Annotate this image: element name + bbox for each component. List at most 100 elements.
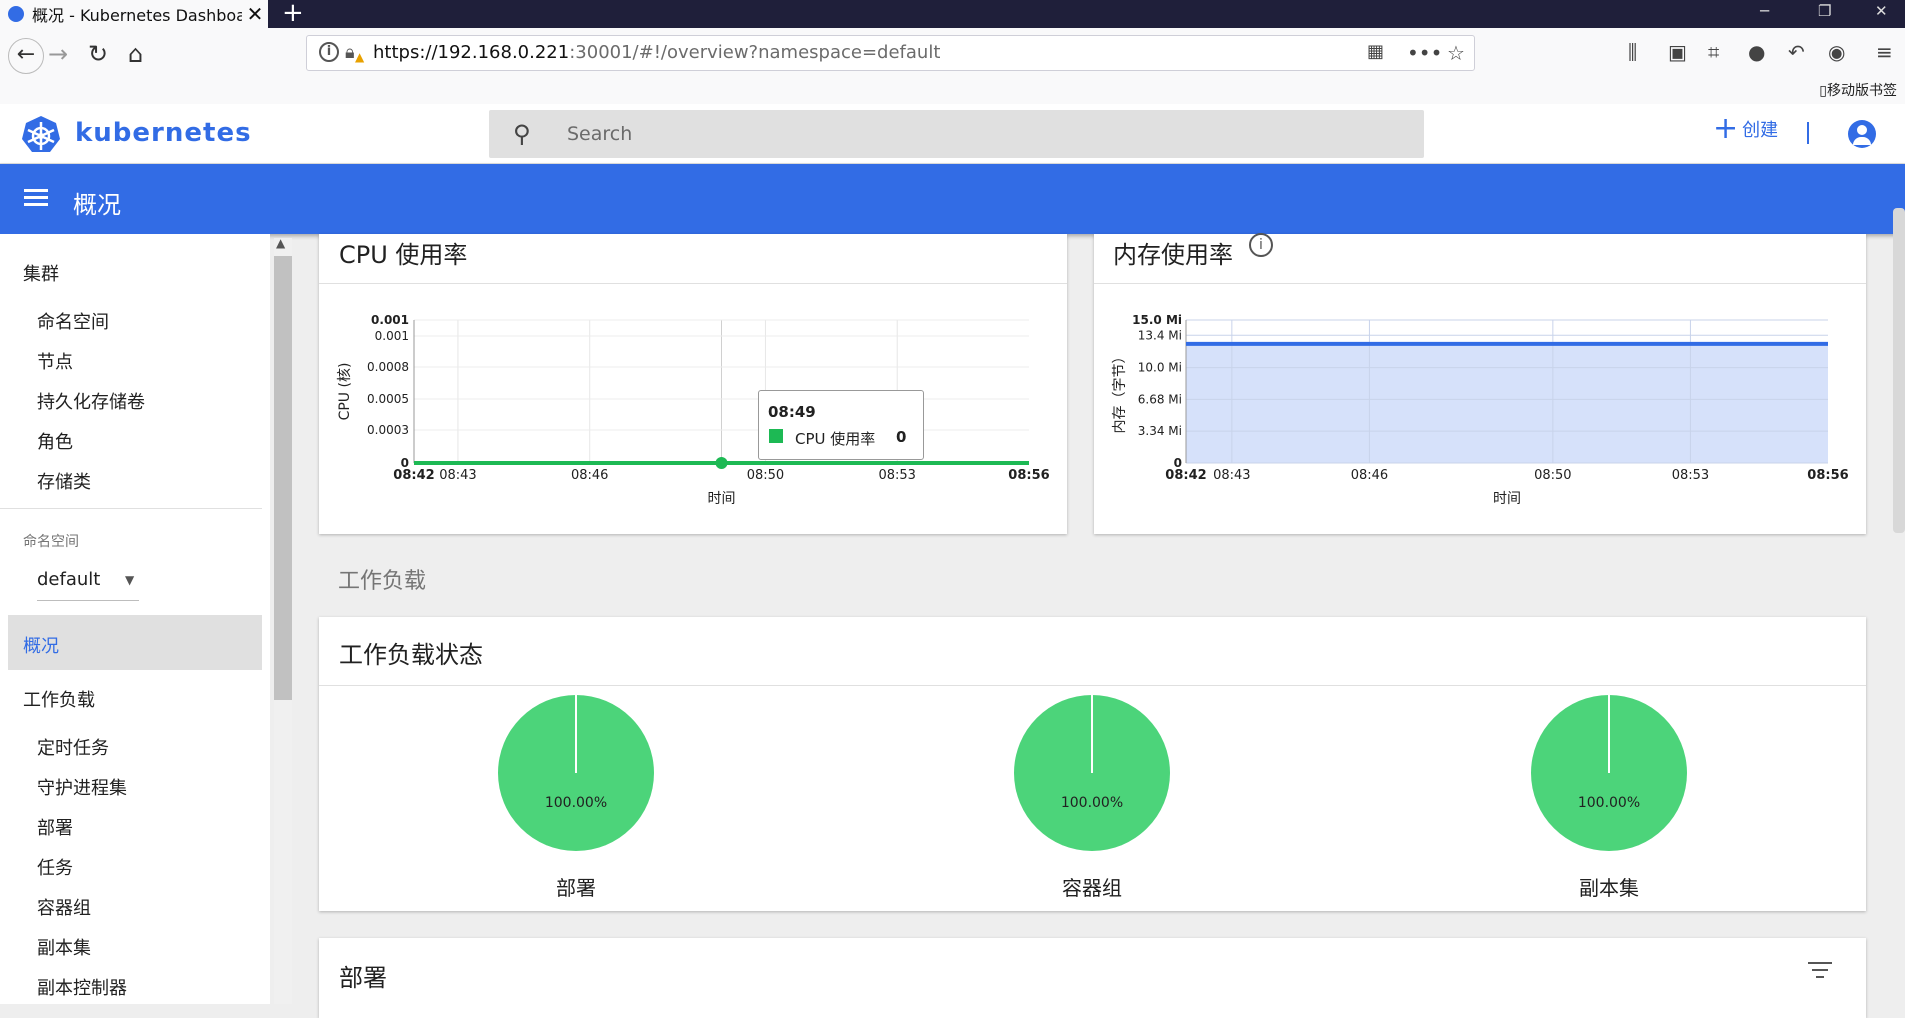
toolbar xyxy=(0,164,1905,234)
screenshot-icon[interactable]: ⌗ xyxy=(1708,40,1719,64)
more-actions-icon[interactable]: ••• xyxy=(1407,41,1442,65)
sidebar-toggle-icon[interactable]: ▣ xyxy=(1668,40,1687,64)
create-button[interactable]: + 创建 xyxy=(1713,114,1778,144)
x-tick-label: 08:56 xyxy=(1008,468,1049,483)
workload-status-title: 工作负载状态 xyxy=(339,641,483,669)
qr-code-icon[interactable]: ▦ xyxy=(1367,41,1384,62)
sidebar-item-roles[interactable]: 角色 xyxy=(37,428,73,454)
address-bar[interactable]: i 🔒︎ ▲ https://192.168.0.221:30001/#!/ov… xyxy=(306,35,1475,71)
sidebar-item-replicasets[interactable]: 副本集 xyxy=(37,934,91,960)
y-tick-label: 3.34 Mi xyxy=(1138,424,1182,438)
x-tick-label: 08:46 xyxy=(1351,468,1388,483)
x-axis-label: 时间 xyxy=(1493,491,1521,507)
search-placeholder: Search xyxy=(567,123,633,145)
y-tick-label: 13.4 Mi xyxy=(1138,328,1182,342)
pie-percent-label: 100.00% xyxy=(545,795,607,811)
undo-icon[interactable]: ↶ xyxy=(1788,40,1805,64)
sidebar-item-cronjobs[interactable]: 定时任务 xyxy=(37,734,109,760)
y-tick-label: 0.0005 xyxy=(367,392,409,406)
cpu-usage-chart: 0 0.0003 0.0005 0.0008 0.001 0.001 08:42 08:43 0… xyxy=(337,313,1050,507)
new-tab-icon[interactable]: + xyxy=(282,0,304,28)
namespace-select[interactable]: default ▼ xyxy=(37,569,139,601)
deployments-card xyxy=(319,938,1866,1018)
memory-area-fill xyxy=(1186,343,1828,463)
x-tick-label: 08:56 xyxy=(1807,468,1848,483)
tooltip-value: 0 xyxy=(896,428,907,446)
sidebar-item-namespaces[interactable]: 命名空间 xyxy=(37,308,109,334)
minimize-icon[interactable]: ─ xyxy=(1760,2,1769,20)
forward-arrow-icon[interactable]: → xyxy=(48,40,68,68)
x-axis-label: 时间 xyxy=(708,491,736,507)
search-icon: ⚲ xyxy=(513,120,531,148)
cpu-card-title: CPU 使用率 xyxy=(339,241,468,269)
kubernetes-favicon-icon xyxy=(8,6,24,22)
sidebar-divider xyxy=(0,508,262,509)
tooltip-time: 08:49 xyxy=(768,403,816,421)
y-tick-label: 6.68 Mi xyxy=(1138,392,1182,406)
x-tick-label: 08:53 xyxy=(878,468,915,483)
tab-title: 概况 - Kubernetes Dashboard xyxy=(32,6,242,25)
pie-title: 部署 xyxy=(556,876,596,900)
x-tick-label: 08:50 xyxy=(1534,468,1571,483)
x-tick-label: 08:43 xyxy=(1213,468,1250,483)
info-icon[interactable]: i xyxy=(1249,233,1273,257)
reload-icon[interactable]: ↻ xyxy=(88,40,108,68)
sidebar-item-nodes[interactable]: 节点 xyxy=(37,348,73,374)
x-tick-label: 08:46 xyxy=(571,468,608,483)
hamburger-menu-icon[interactable]: ≡ xyxy=(1876,40,1893,64)
brand-name[interactable]: kubernetes xyxy=(75,118,252,148)
bookmark-star-icon[interactable]: ☆ xyxy=(1447,41,1465,65)
url-text[interactable]: https://192.168.0.221:30001/#!/overview?… xyxy=(373,42,940,63)
sidebar-item-storage-classes[interactable]: 存储类 xyxy=(37,468,91,494)
chart-tooltip: 08:49 CPU 使用率 0 xyxy=(758,390,924,460)
sidebar-item-pods[interactable]: 容器组 xyxy=(37,894,91,920)
sidebar-scrollbar-thumb[interactable] xyxy=(274,256,292,700)
sidebar-item-daemonsets[interactable]: 守护进程集 xyxy=(37,774,127,800)
page-title: 概况 xyxy=(73,191,121,219)
restore-icon[interactable]: ❐ xyxy=(1818,2,1831,20)
mobile-bookmarks[interactable]: ▯移动版书签 xyxy=(1819,80,1897,100)
memory-usage-chart: 03.34 Mi6.68 Mi10.0 Mi13.4 Mi15.0 Mi08:4… xyxy=(1112,313,1849,507)
y-axis-label: 内存（字节） xyxy=(1112,350,1128,434)
pie-title: 容器组 xyxy=(1062,876,1122,900)
y-tick-label: 0.001 xyxy=(371,313,409,327)
memory-card-title: 内存使用率 xyxy=(1113,241,1233,269)
sidebar-heading-workloads[interactable]: 工作负载 xyxy=(23,686,95,712)
sidebar-item-persistent-volumes[interactable]: 持久化存储卷 xyxy=(37,388,145,414)
y-tick-label: 10.0 Mi xyxy=(1138,361,1182,375)
warning-icon: ▲ xyxy=(355,50,365,64)
header-divider xyxy=(1807,122,1809,144)
y-tick-label: 15.0 Mi xyxy=(1132,313,1182,327)
close-tab-icon[interactable]: ✕ xyxy=(242,2,268,26)
close-window-icon[interactable]: ✕ xyxy=(1875,2,1888,20)
filter-icon[interactable] xyxy=(1808,962,1832,980)
sidebar-item-deployments[interactable]: 部署 xyxy=(37,814,73,840)
menu-icon[interactable] xyxy=(24,189,48,207)
sidebar-item-jobs[interactable]: 任务 xyxy=(37,854,73,880)
search-input[interactable]: ⚲ Search xyxy=(489,110,1424,158)
back-arrow-icon[interactable]: ← xyxy=(8,38,44,74)
y-tick-label: 0.0003 xyxy=(367,423,409,437)
library-icon[interactable]: ⫼ xyxy=(1628,40,1637,64)
home-icon[interactable]: ⌂ xyxy=(128,40,143,68)
y-axis-label: CPU (核) xyxy=(337,363,353,421)
namespace-value: default xyxy=(37,569,101,590)
url-host: https://192.168.0.221 xyxy=(373,42,570,63)
y-tick-label: 0.0008 xyxy=(367,360,409,374)
memory-card-divider xyxy=(1094,283,1866,284)
x-tick-label: 08:43 xyxy=(439,468,476,483)
main-scrollbar[interactable] xyxy=(1893,208,1905,533)
kubernetes-logo-icon[interactable] xyxy=(21,115,61,155)
account-sync-icon[interactable]: ◉ xyxy=(1828,40,1845,64)
sidebar-heading-cluster[interactable]: 集群 xyxy=(23,260,59,286)
chat-icon[interactable]: ● xyxy=(1748,40,1765,64)
scroll-up-arrow-icon[interactable]: ▲ xyxy=(276,236,285,250)
account-icon[interactable] xyxy=(1848,120,1876,148)
lock-icon[interactable]: 🔒︎ xyxy=(345,42,355,63)
info-icon[interactable]: i xyxy=(319,42,339,62)
workload-status-pies: 100.00% 部署 100.00% 容器组 100.00% 副本集 xyxy=(498,695,1687,900)
sidebar-item-overview[interactable]: 概况 xyxy=(23,632,59,658)
pie-title: 副本集 xyxy=(1579,876,1639,900)
sidebar-item-replication-controllers[interactable]: 副本控制器 xyxy=(37,974,127,1000)
browser-tab[interactable]: 概况 - Kubernetes Dashboard ✕ xyxy=(0,0,268,28)
